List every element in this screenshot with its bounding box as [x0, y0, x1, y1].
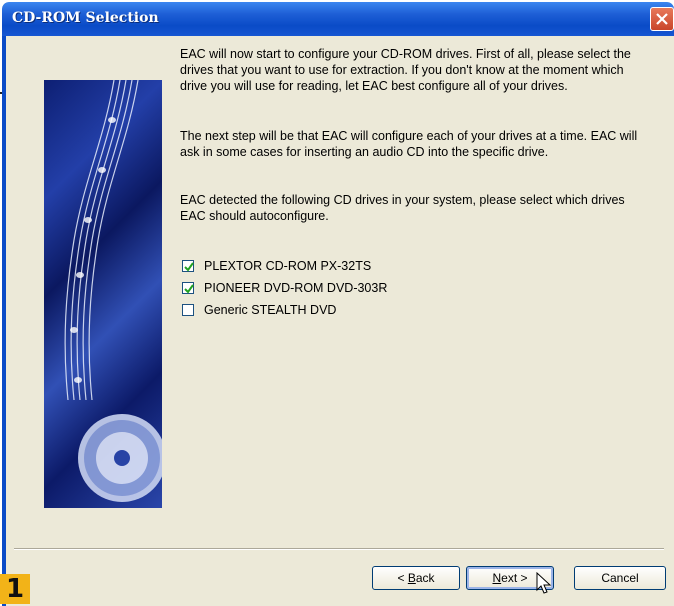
intro-paragraph-2: The next step will be that EAC will conf…: [180, 129, 638, 159]
close-button[interactable]: [650, 7, 674, 31]
checkmark-icon: [184, 284, 194, 294]
drive-option-generic[interactable]: Generic STEALTH DVD: [182, 302, 336, 318]
next-mnemonic: N: [492, 571, 502, 585]
back-mnemonic: B: [407, 571, 416, 585]
button-separator: [14, 548, 664, 550]
mouse-pointer-icon: [536, 572, 552, 594]
drive-label: PLEXTOR CD-ROM PX-32TS: [204, 259, 372, 273]
window-title: CD-ROM Selection: [12, 10, 159, 26]
checkbox[interactable]: [182, 260, 194, 272]
checkbox[interactable]: [182, 282, 194, 294]
checkbox[interactable]: [182, 304, 194, 316]
drive-option-plextor[interactable]: PLEXTOR CD-ROM PX-32TS: [182, 258, 371, 274]
title-bar[interactable]: CD-ROM Selection: [2, 2, 674, 36]
intro-paragraph-3: EAC detected the following CD drives in …: [180, 193, 625, 223]
drive-label: PIONEER DVD-ROM DVD-303R: [204, 281, 388, 295]
cancel-button[interactable]: Cancel: [574, 566, 666, 590]
back-button[interactable]: < Back: [372, 566, 460, 590]
intro-paragraph-1: EAC will now start to configure your CD-…: [180, 47, 631, 93]
drive-label: Generic STEALTH DVD: [204, 303, 337, 317]
music-cd-artwork: [44, 80, 162, 508]
back-label: ack: [415, 571, 435, 585]
back-arrow-text: <: [397, 571, 408, 585]
step-number-badge: 1: [0, 574, 30, 604]
close-icon: [656, 13, 668, 25]
checkmark-icon: [184, 262, 194, 272]
window-frame: [2, 36, 6, 606]
next-label: ext >: [501, 571, 528, 585]
drive-option-pioneer[interactable]: PIONEER DVD-ROM DVD-303R: [182, 280, 387, 296]
